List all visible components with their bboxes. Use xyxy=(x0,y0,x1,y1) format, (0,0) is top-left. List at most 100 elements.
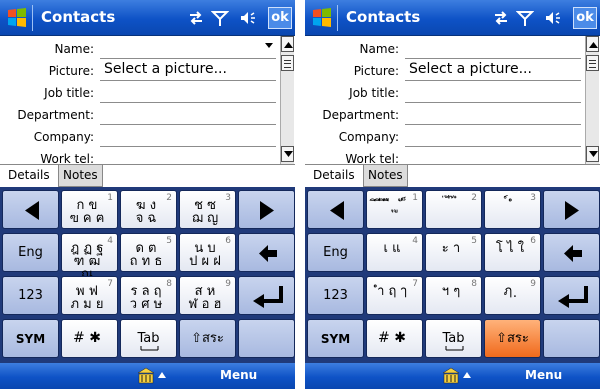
form-row-picture[interactable]: Picture: Select a picture... xyxy=(305,60,585,82)
connectivity-icon[interactable] xyxy=(187,9,205,27)
cursor-right-key[interactable] xyxy=(543,190,600,229)
backspace-key[interactable] xyxy=(543,233,600,272)
char-key-5[interactable]: ด ตถ ท ธ 5 xyxy=(120,233,177,272)
signal-icon[interactable] xyxy=(211,9,229,27)
tab-notes[interactable]: Notes xyxy=(363,165,408,187)
chevron-down-icon xyxy=(284,151,293,157)
pocketpc-screen-right: Contacts ok Name: Picture: Select a pict… xyxy=(305,0,600,389)
enter-key[interactable] xyxy=(238,276,295,315)
char-key-2[interactable]: ่ ้ ๊ ๋ 2 xyxy=(425,190,482,229)
chevron-up-icon[interactable] xyxy=(463,372,471,378)
char-key-7[interactable]: ำ ฤ ๅ 7 xyxy=(366,276,423,315)
eng-key[interactable]: Eng xyxy=(2,233,59,272)
form-row-picture[interactable]: Picture: Select a picture... xyxy=(0,60,280,82)
arrow-right-icon xyxy=(260,201,274,220)
enter-key[interactable] xyxy=(543,276,600,315)
shift-vowel-key[interactable]: ⇧สระ xyxy=(179,319,236,358)
char-key-4[interactable]: ฎ ฏ ฐฑ ฒ ณ 4 xyxy=(61,233,118,281)
form-row-name[interactable]: Name: xyxy=(305,38,585,60)
scroll-thumb[interactable] xyxy=(586,55,599,71)
char-key-4[interactable]: เ แ 4 xyxy=(366,233,423,272)
blank-key[interactable] xyxy=(543,319,600,358)
char-key-3[interactable]: ์ ํ 3 xyxy=(484,190,541,229)
form-row-company[interactable]: Company: xyxy=(0,126,280,148)
ok-button[interactable]: ok xyxy=(268,7,292,29)
enter-arrow-icon xyxy=(558,286,588,308)
char-key-2[interactable]: ฆ งจ ฉ 2 xyxy=(120,190,177,229)
form-row-work-tel[interactable]: Work tel: xyxy=(305,148,585,164)
signal-icon[interactable] xyxy=(516,9,534,27)
char-key-5[interactable]: ะ า 5 xyxy=(425,233,482,272)
field-label: Name: xyxy=(359,42,399,56)
backspace-key[interactable] xyxy=(238,233,295,272)
sym-key[interactable]: SYM xyxy=(307,319,364,358)
speaker-icon[interactable] xyxy=(544,9,562,27)
sym-key[interactable]: SYM xyxy=(2,319,59,358)
key-chars: ร ล ฤว ศ ษ xyxy=(129,284,163,312)
key-number: 2 xyxy=(166,193,172,203)
picture-select[interactable]: Select a picture... xyxy=(104,61,227,77)
scroll-up-button[interactable] xyxy=(586,36,599,52)
char-key-1[interactable]: ก ขฃ ค ฅ 1 xyxy=(61,190,118,229)
form-row-department[interactable]: Department: xyxy=(305,104,585,126)
form-scrollbar[interactable] xyxy=(280,36,294,164)
keyboard-icon[interactable] xyxy=(137,367,155,385)
chevron-up-icon[interactable] xyxy=(158,372,166,378)
char-key-8[interactable]: ร ล ฤว ศ ษ 8 xyxy=(120,276,177,315)
form-scrollbar[interactable] xyxy=(585,36,599,164)
key-chars: ่ ้ ๊ ๋ xyxy=(444,198,458,213)
key-label: Eng xyxy=(18,245,43,260)
char-key-6[interactable]: โ ไ ใ 6 xyxy=(484,233,541,272)
char-key-1[interactable]: ิ ี ึ ื ุ ู ั ็ 1 xyxy=(366,190,423,229)
scroll-thumb[interactable] xyxy=(281,55,294,71)
field-underline xyxy=(405,102,581,103)
field-label: Department: xyxy=(322,108,399,122)
tab-notes[interactable]: Notes xyxy=(58,165,103,187)
form-row-work-tel[interactable]: Work tel: xyxy=(0,148,280,164)
scroll-down-button[interactable] xyxy=(586,146,599,162)
form-row-job-title[interactable]: Job title: xyxy=(0,82,280,104)
numeric-mode-key[interactable]: 123 xyxy=(2,276,59,315)
cursor-left-key[interactable] xyxy=(2,190,59,229)
ok-button[interactable]: ok xyxy=(573,7,597,29)
thai-keyboard: ก ขฃ ค ฅ 1 ฆ งจ ฉ 2 ช ซฌ ญ 3 Eng ฎ ฏ ฐฑ … xyxy=(0,187,295,363)
title-bar: Contacts ok xyxy=(305,0,600,36)
form-row-company[interactable]: Company: xyxy=(305,126,585,148)
symbol-key[interactable]: # ✱ xyxy=(61,319,118,358)
chevron-down-icon[interactable] xyxy=(265,43,273,48)
tab-key[interactable]: Tab xyxy=(425,319,482,358)
form-row-job-title[interactable]: Job title: xyxy=(305,82,585,104)
symbol-key[interactable]: # ✱ xyxy=(366,319,423,358)
speaker-icon[interactable] xyxy=(239,9,257,27)
key-number: 2 xyxy=(471,193,477,203)
shift-vowel-key[interactable]: ⇧สระ xyxy=(484,319,541,358)
numeric-mode-key[interactable]: 123 xyxy=(307,276,364,315)
tab-underline-icon xyxy=(140,346,159,351)
char-key-9[interactable]: ส หฬ อ ฮ 9 xyxy=(179,276,236,315)
cursor-right-key[interactable] xyxy=(238,190,295,229)
menu-softkey[interactable]: Menu xyxy=(525,368,562,382)
char-key-8[interactable]: ฯ ๆ 8 xyxy=(425,276,482,315)
chevron-up-icon xyxy=(589,42,598,48)
char-key-7[interactable]: พ ฟภ ม ย 7 xyxy=(61,276,118,315)
cursor-left-key[interactable] xyxy=(307,190,364,229)
char-key-3[interactable]: ช ซฌ ญ 3 xyxy=(179,190,236,229)
tab-key[interactable]: Tab xyxy=(120,319,177,358)
form-row-name[interactable]: Name: xyxy=(0,38,280,60)
tab-details[interactable]: Details xyxy=(309,165,359,187)
keyboard-icon[interactable] xyxy=(442,367,460,385)
blank-key[interactable] xyxy=(238,319,295,358)
key-chars: # ✱ xyxy=(73,330,101,346)
tab-details[interactable]: Details xyxy=(4,165,54,187)
connectivity-icon[interactable] xyxy=(492,9,510,27)
eng-key[interactable]: Eng xyxy=(307,233,364,272)
picture-select[interactable]: Select a picture... xyxy=(409,61,532,77)
char-key-9[interactable]: ฦ ฺ 9 xyxy=(484,276,541,315)
form-row-department[interactable]: Department: xyxy=(0,104,280,126)
scroll-up-button[interactable] xyxy=(281,36,294,52)
start-menu-icon[interactable] xyxy=(5,6,29,30)
start-menu-icon[interactable] xyxy=(310,6,334,30)
menu-softkey[interactable]: Menu xyxy=(220,368,257,382)
char-key-6[interactable]: น บป ผ ฝ 6 xyxy=(179,233,236,272)
scroll-down-button[interactable] xyxy=(281,146,294,162)
